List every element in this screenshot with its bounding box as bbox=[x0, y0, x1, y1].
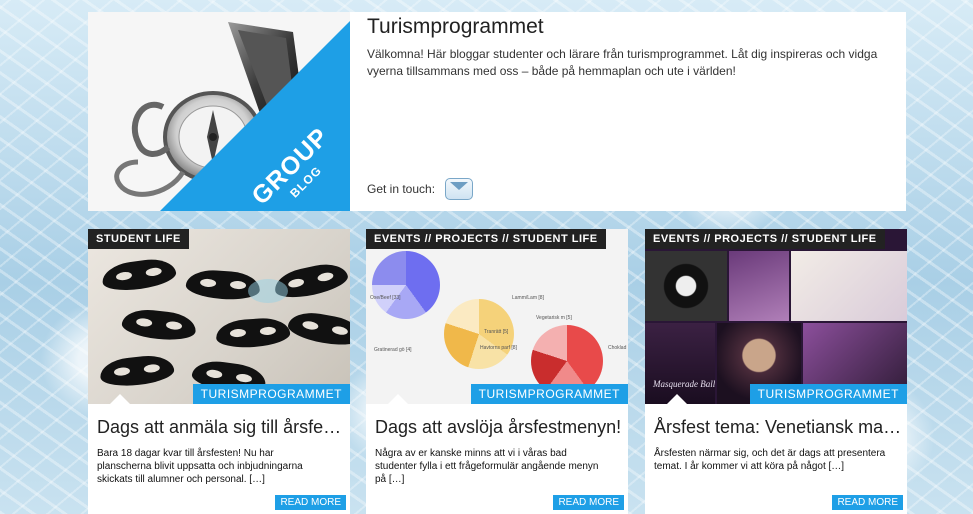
get-in-touch-label: Get in touch: bbox=[367, 182, 436, 196]
post-category[interactable]: TURISMPROGRAMMET bbox=[470, 384, 628, 404]
post-category[interactable]: TURISMPROGRAMMET bbox=[749, 384, 907, 404]
post-tag[interactable]: STUDENT LIFE bbox=[88, 229, 189, 249]
post-thumbnail-pie-charts[interactable]: Oxe/Beef [33] Lamm/Lam [8] Vegetarisk m … bbox=[366, 229, 628, 404]
read-more-button[interactable]: READ MORE bbox=[553, 495, 624, 510]
post-category[interactable]: TURISMPROGRAMMET bbox=[192, 384, 350, 404]
post-title[interactable]: Dags att avslöja årsfestmenyn! bbox=[375, 417, 623, 438]
post-excerpt: Årsfesten närmar sig, och det är dags at… bbox=[654, 448, 886, 472]
post-card: Masquerade Ball EVENTS // PROJECTS // ST… bbox=[645, 229, 907, 514]
pie-label: Havtorns parf [8] bbox=[480, 345, 517, 351]
post-title[interactable]: Dags att anmäla sig till årsfesten! bbox=[97, 417, 345, 438]
post-tag[interactable]: EVENTS // PROJECTS // STUDENT LIFE bbox=[366, 229, 606, 249]
read-more-button[interactable]: READ MORE bbox=[275, 495, 346, 510]
pie-label: Lamm/Lam [8] bbox=[512, 295, 544, 301]
blog-title[interactable]: Turismprogrammet bbox=[367, 15, 544, 39]
post-thumbnail-masks[interactable] bbox=[88, 229, 350, 404]
post-excerpt: Några av er kanske minns att vi i våras … bbox=[375, 448, 599, 485]
post-card: STUDENT LIFE TURISMPROGRAMMET Dags att a… bbox=[88, 229, 350, 514]
post-card: Oxe/Beef [33] Lamm/Lam [8] Vegetarisk m … bbox=[366, 229, 628, 514]
mail-icon[interactable] bbox=[445, 178, 474, 200]
pie-label: Vegetarisk m [5] bbox=[536, 315, 572, 321]
pie-label: Oxe/Beef [33] bbox=[370, 295, 401, 301]
post-excerpt: Bara 18 dagar kvar till årsfesten! Nu ha… bbox=[97, 448, 303, 485]
pie-label: Tranrätt [5] bbox=[484, 329, 509, 335]
post-title[interactable]: Årsfest tema: Venetiansk mask… bbox=[654, 417, 902, 438]
blog-header: GROUP BLOG Turismprogrammet Välkomna! Hä… bbox=[88, 12, 906, 211]
post-tag[interactable]: EVENTS // PROJECTS // STUDENT LIFE bbox=[645, 229, 885, 249]
read-more-button[interactable]: READ MORE bbox=[832, 495, 903, 510]
pie-label: Gratinerad gö [4] bbox=[374, 347, 412, 353]
post-thumbnail-masquerade[interactable]: Masquerade Ball bbox=[645, 229, 907, 404]
blog-description: Välkomna! Här bloggar studenter och lära… bbox=[367, 47, 878, 78]
pie-label: Choklad bbox=[608, 345, 627, 351]
image-caption: Masquerade Ball bbox=[653, 379, 716, 389]
get-in-touch: Get in touch: bbox=[367, 178, 474, 200]
blog-logo[interactable]: GROUP BLOG bbox=[88, 12, 350, 211]
